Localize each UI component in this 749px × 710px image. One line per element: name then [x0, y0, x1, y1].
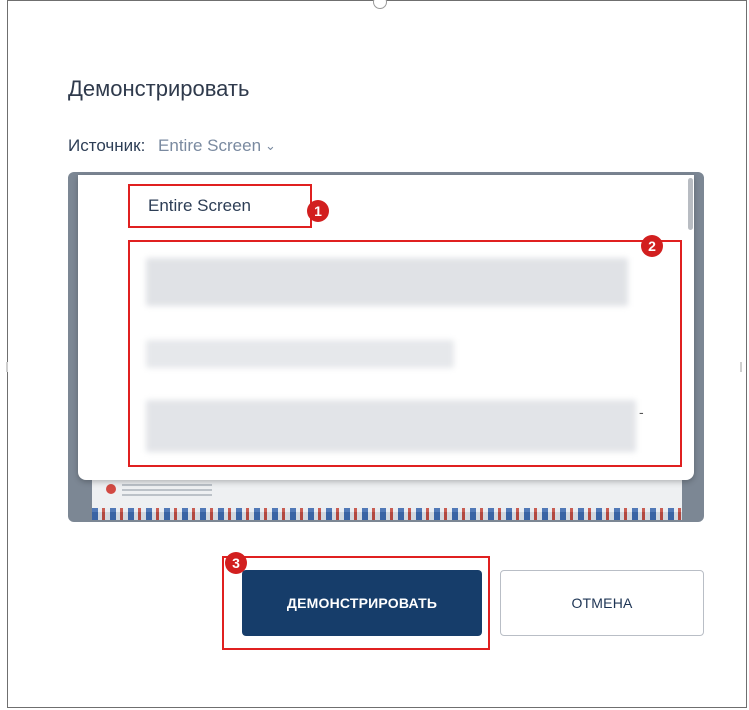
source-label: Источник:	[68, 136, 146, 155]
callout-box-2	[128, 240, 682, 467]
dialog-title: Демонстрировать	[68, 76, 250, 101]
source-select[interactable]: Entire Screen ⌄	[158, 136, 276, 155]
callout-badge-2: 2	[641, 235, 663, 257]
preview-taskbar	[92, 508, 682, 520]
callout-badge-1: 1	[307, 200, 329, 222]
dropdown-scrollbar[interactable]	[688, 178, 693, 230]
cancel-button[interactable]: ОТМЕНА	[500, 570, 704, 636]
chevron-down-icon: ⌄	[265, 138, 276, 153]
share-button[interactable]: ДЕМОНСТРИРОВАТЬ	[242, 570, 482, 636]
source-select-value: Entire Screen	[158, 136, 262, 155]
callout-box-1	[128, 184, 312, 228]
edge-mark-left	[6, 362, 8, 372]
source-row: Источник: Entire Screen ⌄	[68, 136, 276, 156]
preview-text-lines	[122, 484, 212, 498]
callout-badge-3: 3	[225, 552, 247, 574]
preview-app-icon	[106, 484, 116, 494]
edge-mark-right	[740, 362, 742, 372]
